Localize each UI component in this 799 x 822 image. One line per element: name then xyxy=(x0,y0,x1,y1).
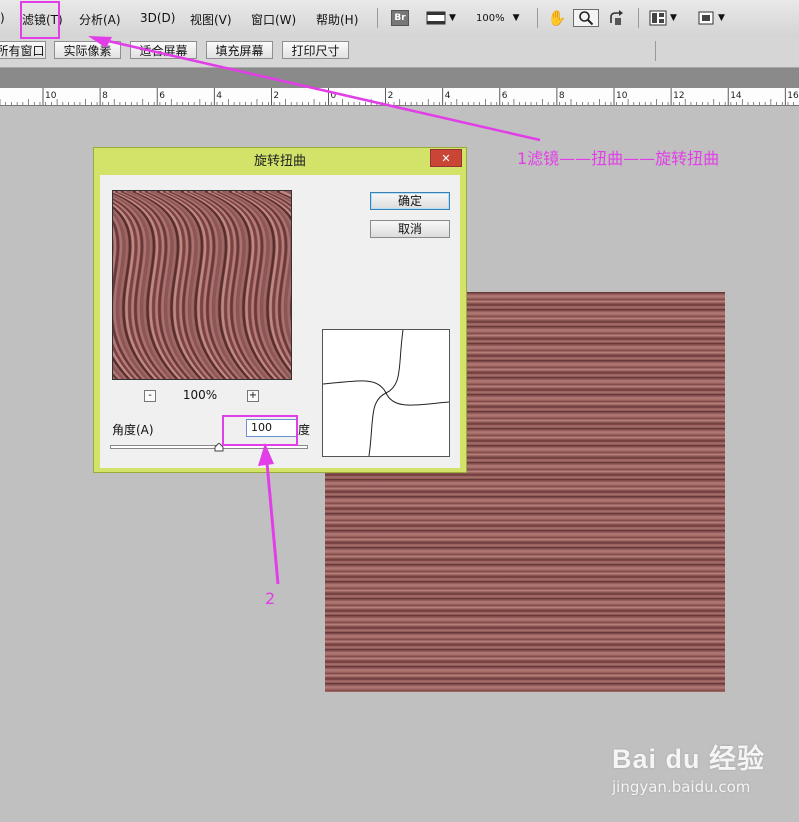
baidu-watermark: Bai du 经验 jingyan.baidu.com xyxy=(612,737,765,796)
watermark-url: jingyan.baidu.com xyxy=(612,778,751,796)
step1-annotation: 1滤镜——扭曲——旋转扭曲 xyxy=(517,149,720,168)
watermark-brand: Bai du 经验 xyxy=(612,744,766,774)
annotation-arrows xyxy=(88,36,541,585)
step2-annotation: 2 xyxy=(265,589,276,608)
